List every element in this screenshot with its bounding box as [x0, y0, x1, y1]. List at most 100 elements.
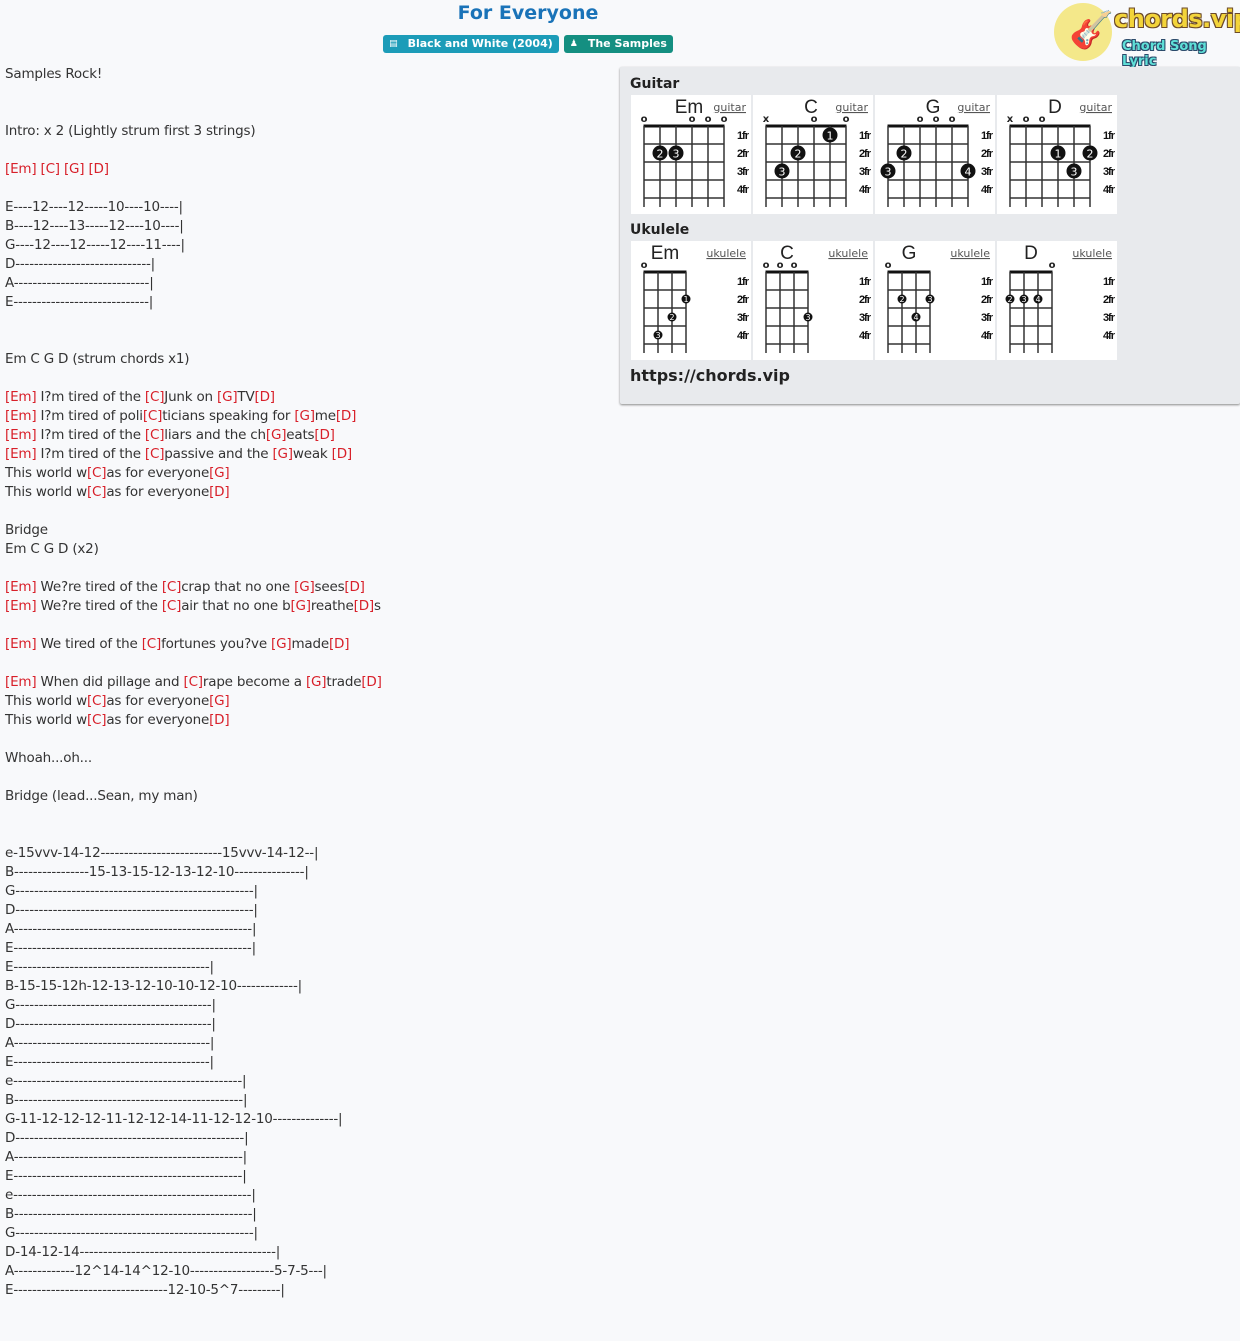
lyric-text: A---------------------------------------…: [5, 1035, 215, 1051]
lyric-text: A-------------12^14-14^12-10------------…: [5, 1263, 327, 1279]
album-badge[interactable]: ▤ Black and White (2004): [383, 35, 559, 53]
chord-marker[interactable]: [Em]: [5, 408, 37, 424]
chord-marker[interactable]: [Em]: [5, 161, 37, 177]
chord-marker[interactable]: [C]: [145, 389, 165, 405]
chord-marker[interactable]: [D]: [329, 636, 350, 652]
chord-marker[interactable]: [D]: [344, 579, 365, 595]
lyric-text: Intro: x 2 (Lightly strum first 3 string…: [5, 123, 256, 139]
chord-marker[interactable]: [G]: [306, 674, 327, 690]
chord-marker[interactable]: [C]: [87, 484, 107, 500]
chord-marker[interactable]: [D]: [332, 446, 353, 462]
chord-marker[interactable]: [D]: [314, 427, 335, 443]
instrument-link[interactable]: ukulele: [706, 247, 746, 260]
chord-marker[interactable]: [G]: [271, 636, 292, 652]
lyric-text: weak: [292, 446, 332, 462]
lyric-text: fortunes you?ve: [161, 636, 272, 652]
chord-marker[interactable]: [G]: [294, 579, 315, 595]
lyric-line: D---------------------------------------…: [5, 1015, 382, 1034]
guitar-chord-c[interactable]: Cguitar x o o 1fr 2fr 3fr 4fr 1 2 3: [753, 95, 873, 214]
chord-diagram-svg: Em guitaro o o o1fr2fr3fr4fr2 3: [641, 97, 751, 207]
chord-marker[interactable]: [D]: [209, 484, 230, 500]
chord-marker[interactable]: [C]: [184, 674, 204, 690]
artist-badge[interactable]: ♟ The Samples: [563, 35, 673, 53]
fret-label: 1fr: [981, 130, 994, 142]
guitar-chord-em[interactable]: Em guitar o o o o 1fr 2fr 3fr 4fr 2 3: [631, 95, 751, 214]
lyric-line: [Em] I?m tired of the [C]Junk on [G]TV[D…: [5, 388, 382, 407]
lyrics-body: Samples Rock! Intro: x 2 (Lightly strum f…: [5, 65, 382, 1300]
finger-number: 3: [885, 166, 892, 179]
chord-marker[interactable]: [C]: [162, 598, 182, 614]
chord-marker[interactable]: [G]: [266, 427, 287, 443]
guitar-chord-g[interactable]: Gguitar o o o 1fr 2fr 3fr 4fr 2 3 4: [875, 95, 995, 214]
chord-marker[interactable]: [Em]: [5, 598, 37, 614]
chord-marker[interactable]: [D]: [209, 712, 230, 728]
chord-marker[interactable]: [G]: [290, 598, 311, 614]
instrument-link[interactable]: guitar: [1079, 101, 1112, 114]
ukulele-chord-d[interactable]: Dukulele o 1fr 2fr 3fr 4fr 2 3 4: [997, 241, 1117, 360]
chord-marker[interactable]: [Em]: [5, 636, 37, 652]
fret-label: 3fr: [859, 312, 872, 324]
finger-number: 1: [683, 295, 688, 304]
instrument-link[interactable]: guitar: [957, 101, 990, 114]
instrument-link[interactable]: ukulele: [950, 247, 990, 260]
chord-marker[interactable]: [G]: [64, 161, 85, 177]
open-string-marker: o: [933, 114, 940, 125]
ukulele-chord-g[interactable]: Gukulele o 1fr 2fr 3fr 4fr 2 3 4: [875, 241, 995, 360]
chord-marker[interactable]: [C]: [143, 408, 163, 424]
lyric-line: [Em] I?m tired of poli[C]ticians speakin…: [5, 407, 382, 426]
site-logo[interactable]: 🎸 chords.vip Chord Song Lyric: [1054, 3, 1240, 69]
chord-marker[interactable]: [D]: [88, 161, 109, 177]
chord-marker[interactable]: [G]: [272, 446, 293, 462]
finger-number: 2: [899, 295, 904, 304]
lyric-text: A-----------------------------|: [5, 275, 154, 291]
chord-marker[interactable]: [Em]: [5, 674, 37, 690]
guitar-chord-d[interactable]: Dguitar x o o 1fr 2fr 3fr 4fr 1 2 3: [997, 95, 1117, 214]
lyric-text: crap that no one: [181, 579, 295, 595]
chord-marker[interactable]: [D]: [336, 408, 357, 424]
lyric-text: E---------------------------------------…: [5, 1168, 247, 1184]
chord-marker[interactable]: [Em]: [5, 389, 37, 405]
finger-number: 3: [1071, 166, 1078, 179]
open-string-marker: o: [843, 114, 850, 125]
instrument-link[interactable]: ukulele: [828, 247, 868, 260]
lyric-text: reathe: [310, 598, 354, 614]
chord-diagram-svg: Dukulele o 1fr 2fr 3fr 4fr 2 3 4: [1005, 243, 1117, 353]
muted-string-marker: x: [763, 114, 770, 125]
lyric-line: B---------------------------------------…: [5, 1091, 382, 1110]
fret-label: 2fr: [1103, 294, 1116, 306]
ukulele-chord-c[interactable]: Cukulele o o o 1fr 2fr 3fr 4fr 3: [753, 241, 873, 360]
chord-marker[interactable]: [D]: [361, 674, 382, 690]
chord-marker[interactable]: [C]: [41, 161, 61, 177]
chord-marker[interactable]: [C]: [162, 579, 182, 595]
chord-marker[interactable]: [G]: [209, 693, 230, 709]
chord-marker[interactable]: [C]: [142, 636, 162, 652]
instrument-link[interactable]: guitar: [835, 101, 868, 114]
chord-marker[interactable]: [C]: [145, 427, 165, 443]
instrument-link[interactable]: guitar: [713, 101, 746, 114]
chord-marker[interactable]: [C]: [145, 446, 165, 462]
chord-marker[interactable]: [C]: [87, 465, 107, 481]
chord-diagram-panel: Guitar Ukulele https://chords.vip Em guit…: [620, 67, 1240, 404]
lyric-text: liars and the ch: [164, 427, 266, 443]
chord-marker[interactable]: [G]: [294, 408, 315, 424]
chord-marker[interactable]: [C]: [87, 693, 107, 709]
chord-marker[interactable]: [Em]: [5, 446, 37, 462]
chord-marker[interactable]: [D]: [354, 598, 375, 614]
lyric-line: Whoah...oh...: [5, 749, 382, 768]
lyric-text: Bridge: [5, 522, 48, 538]
chord-marker[interactable]: [D]: [255, 389, 276, 405]
chord-marker[interactable]: [G]: [209, 465, 230, 481]
chord-marker[interactable]: [G]: [217, 389, 238, 405]
chord-name: Em: [651, 243, 680, 264]
site-url[interactable]: https://chords.vip: [630, 366, 790, 385]
chord-marker[interactable]: [Em]: [5, 427, 37, 443]
instrument-link[interactable]: ukulele: [1072, 247, 1112, 260]
lyric-text: E---------------------------------------…: [5, 1054, 214, 1070]
chord-marker[interactable]: [Em]: [5, 579, 37, 595]
ukulele-chord-em[interactable]: Em ukulele o 1fr 2fr 3fr 4fr 1 2 3: [631, 241, 751, 360]
chord-marker[interactable]: [C]: [87, 712, 107, 728]
